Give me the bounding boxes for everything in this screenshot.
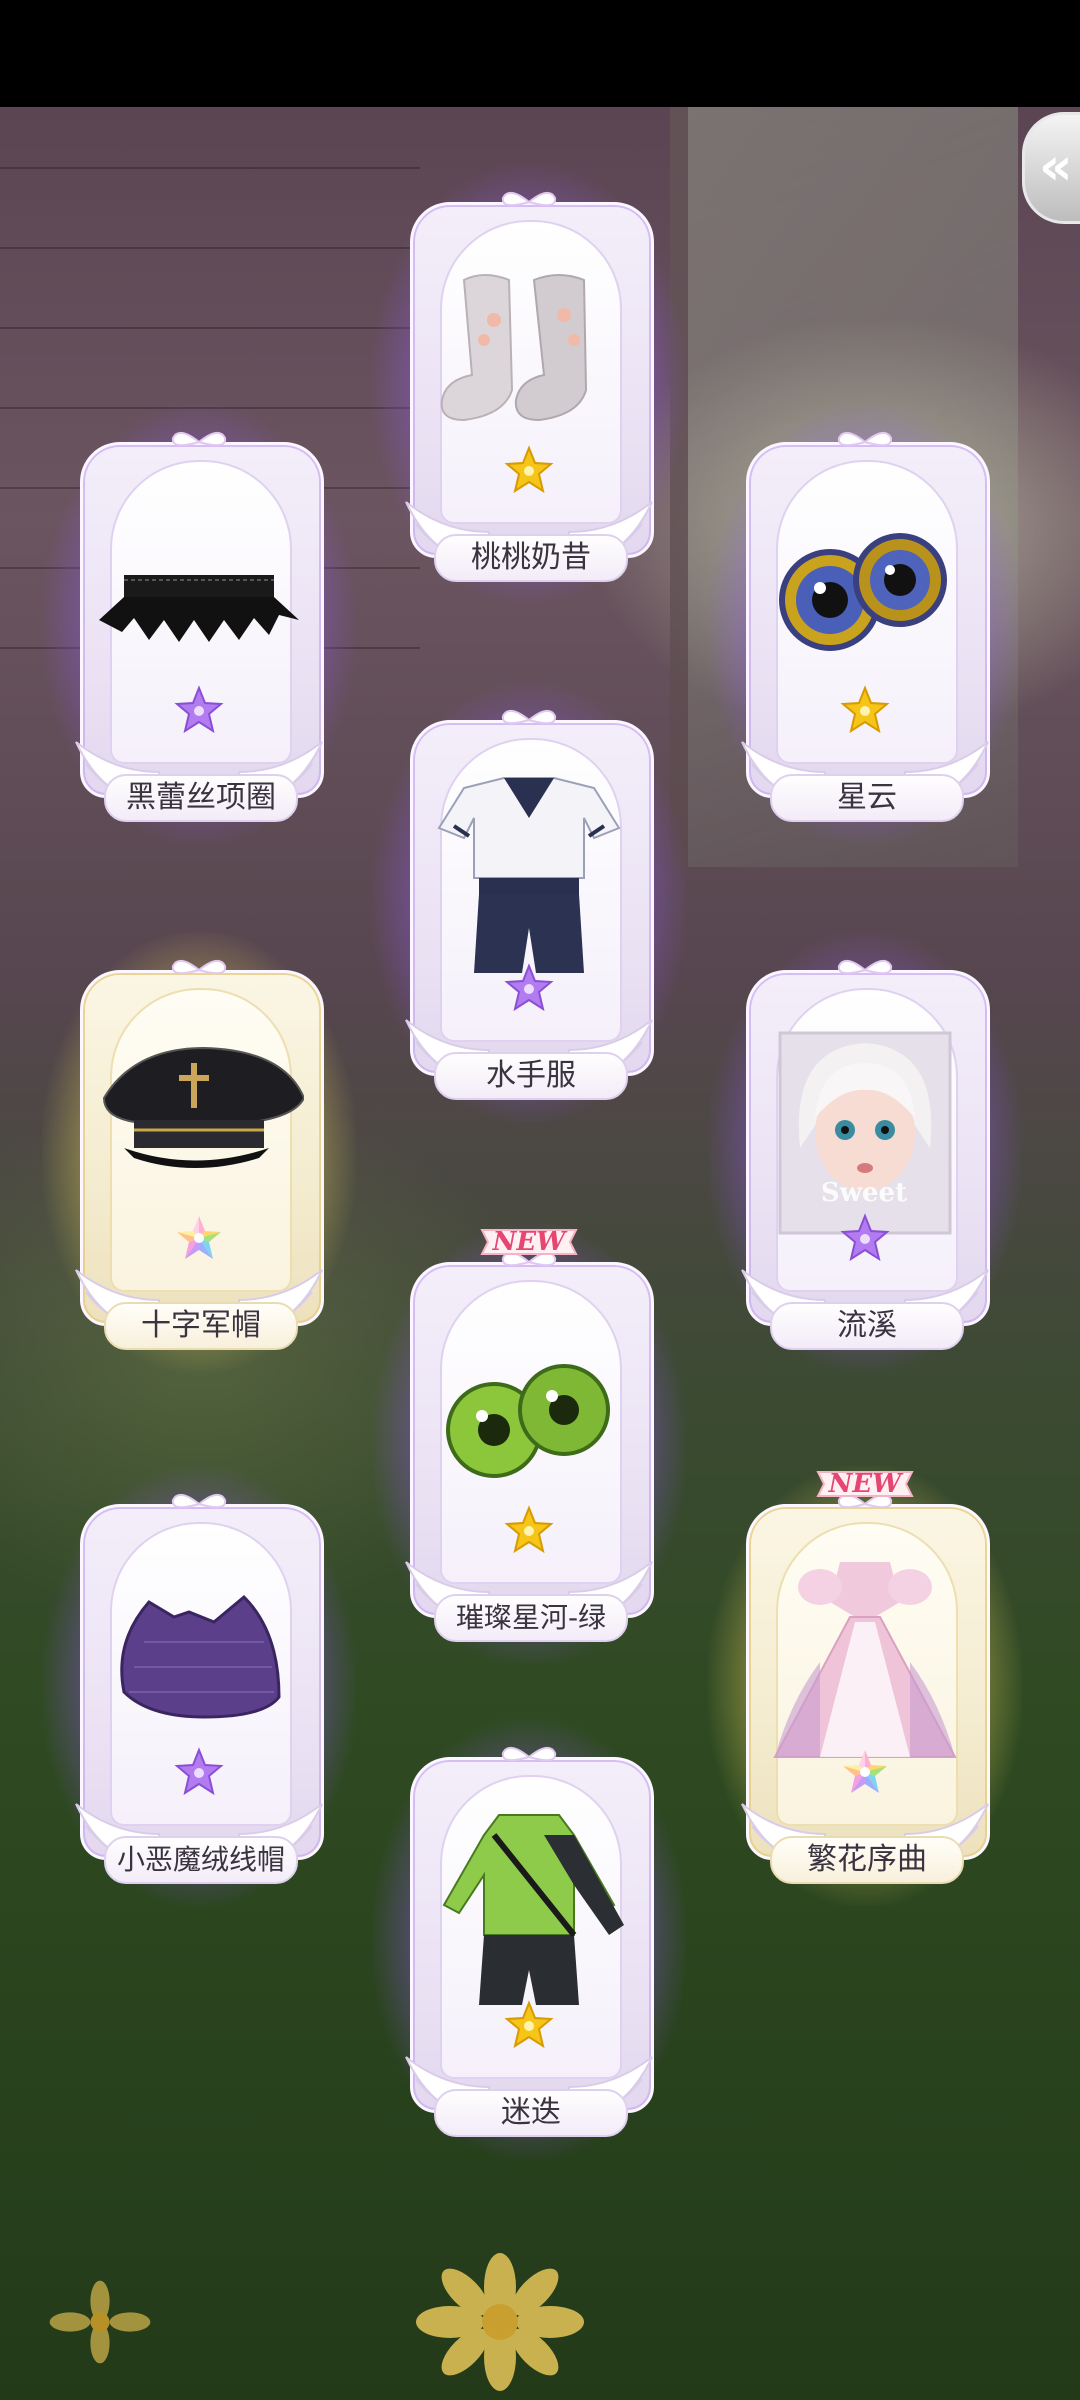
green-outfit-item-icon bbox=[442, 1814, 624, 2005]
bow-icon bbox=[169, 430, 229, 454]
new-badge-label: NEW bbox=[492, 1227, 566, 1257]
green-eyes-item-icon bbox=[446, 1364, 610, 1478]
reward-card[interactable]: 水手服 bbox=[372, 682, 686, 1122]
bow-icon bbox=[835, 958, 895, 982]
new-badge: NEW bbox=[814, 1466, 916, 1502]
lace-choker-item-icon bbox=[99, 575, 299, 642]
double-chevron-left-icon: « bbox=[1039, 137, 1073, 197]
daisy-decoration-icon bbox=[49, 2280, 151, 2364]
reward-card[interactable]: Sweet 流溪 bbox=[708, 932, 1022, 1372]
socks-item-icon bbox=[440, 274, 588, 422]
back-button[interactable]: « bbox=[1022, 112, 1080, 224]
reward-card[interactable]: NEW 繁花序曲 bbox=[708, 1466, 1022, 1906]
item-name: 水手服 bbox=[434, 1052, 628, 1100]
reward-card[interactable]: 迷迭 bbox=[372, 1719, 686, 2159]
item-name: 迷迭 bbox=[434, 2089, 628, 2137]
item-name: 繁花序曲 bbox=[770, 1836, 964, 1884]
item-name: 星云 bbox=[770, 774, 964, 822]
reward-card[interactable]: 黑蕾丝项圈 bbox=[42, 404, 356, 844]
reward-card[interactable]: 桃桃奶昔 bbox=[372, 164, 686, 604]
portrait-caption: Sweet bbox=[820, 1178, 908, 1208]
reward-card[interactable]: 十字军帽 bbox=[42, 932, 356, 1372]
reward-card[interactable]: NEW 璀璨星河-绿 bbox=[372, 1224, 686, 1664]
bow-icon bbox=[499, 1745, 559, 1769]
military-cap-item-icon bbox=[102, 1046, 304, 1168]
daisy-decoration-icon bbox=[416, 2253, 584, 2391]
reward-card[interactable]: 星云 bbox=[708, 404, 1022, 844]
knit-hat-item-icon bbox=[120, 1594, 281, 1719]
bow-icon bbox=[169, 958, 229, 982]
bow-icon bbox=[499, 190, 559, 214]
item-name: 小恶魔绒线帽 bbox=[104, 1836, 298, 1884]
bow-icon bbox=[835, 430, 895, 454]
new-badge: NEW bbox=[478, 1224, 580, 1260]
item-name: 桃桃奶昔 bbox=[434, 534, 628, 582]
floral-gown-item-icon bbox=[773, 1562, 957, 1758]
item-name: 黑蕾丝项圈 bbox=[104, 774, 298, 822]
item-name: 璀璨星河-绿 bbox=[434, 1594, 628, 1642]
bow-icon bbox=[169, 1492, 229, 1516]
eyes-item-icon bbox=[779, 533, 947, 651]
item-name: 十字军帽 bbox=[104, 1302, 298, 1350]
item-name: 流溪 bbox=[770, 1302, 964, 1350]
reward-card[interactable]: 小恶魔绒线帽 bbox=[42, 1466, 356, 1906]
bow-icon bbox=[499, 708, 559, 732]
status-bar bbox=[0, 0, 1080, 107]
new-badge-label: NEW bbox=[828, 1469, 902, 1499]
sailor-outfit-item-icon bbox=[437, 777, 621, 973]
